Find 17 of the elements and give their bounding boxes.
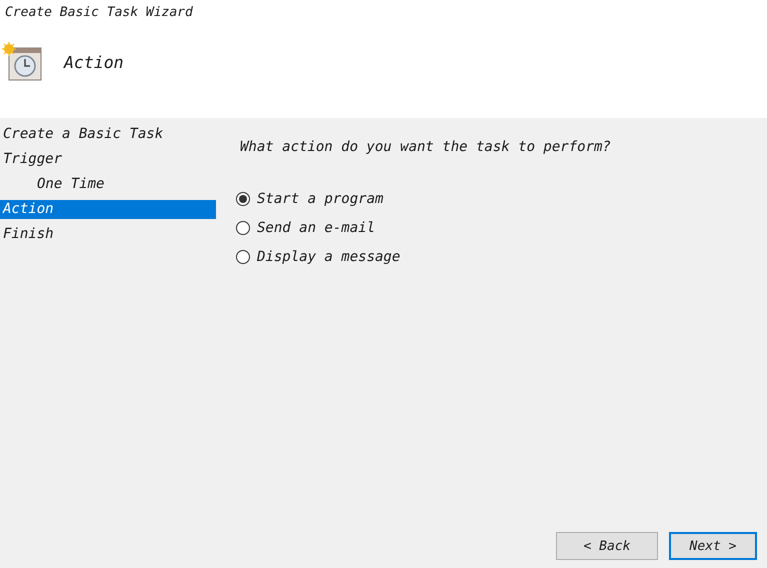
wizard-step[interactable]: Trigger: [0, 147, 216, 172]
next-button[interactable]: Next >: [669, 532, 757, 560]
option-label[interactable]: Start a program: [257, 191, 384, 207]
radio-button[interactable]: [236, 250, 250, 264]
wizard-step[interactable]: Create a Basic Task: [0, 122, 216, 147]
calendar-clock-icon: [2, 42, 42, 82]
radio-button[interactable]: [236, 192, 250, 206]
option-label[interactable]: Display a message: [257, 249, 400, 265]
page-heading: Action: [64, 52, 124, 72]
question-text: What action do you want the task to perform?: [240, 138, 612, 156]
wizard-step[interactable]: Finish: [0, 222, 216, 247]
back-button[interactable]: < Back: [556, 532, 658, 560]
window-title: Create Basic Task Wizard: [5, 5, 194, 21]
option-label[interactable]: Send an e-mail: [257, 220, 376, 236]
wizard-step[interactable]: Action: [0, 200, 216, 219]
radio-button[interactable]: [236, 221, 250, 235]
wizard-step[interactable]: One Time: [0, 172, 216, 197]
